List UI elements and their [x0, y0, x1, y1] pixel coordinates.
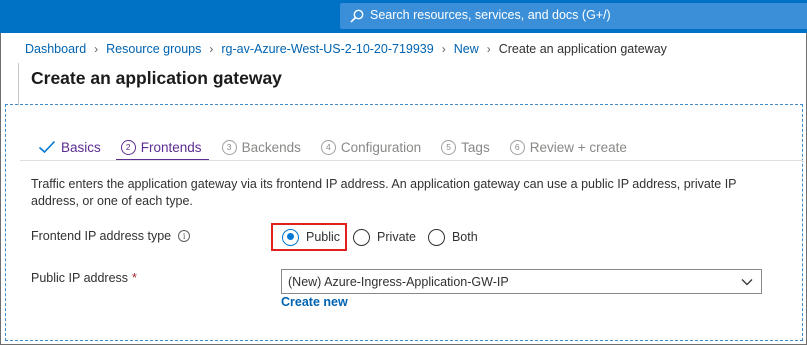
- radio-both[interactable]: Both: [427, 228, 478, 246]
- tab-backends-label: Backends: [241, 139, 301, 155]
- radio-private[interactable]: Private: [353, 228, 416, 246]
- frontend-ip-type-label-text: Frontend IP address type: [31, 229, 172, 243]
- wizard-tabs: Basics 2 Frontends 3 Backends 4 Configur…: [38, 134, 647, 161]
- public-ip-label: Public IP address *: [31, 271, 137, 285]
- create-new-link[interactable]: Create new: [281, 295, 348, 309]
- step-number-badge: 2: [120, 139, 136, 155]
- public-ip-label-text: Public IP address: [31, 271, 129, 285]
- radio-public-label: Public: [306, 230, 341, 244]
- top-bar: Search resources, services, and docs (G+…: [0, 0, 807, 33]
- tab-frontends[interactable]: 2 Frontends: [115, 134, 209, 161]
- info-icon[interactable]: i: [178, 230, 191, 242]
- radio-both-label: Both: [451, 230, 478, 244]
- tab-review-create[interactable]: 6 Review + create: [509, 134, 627, 160]
- search-icon: [350, 9, 364, 23]
- tab-tags-label: Tags: [461, 139, 490, 155]
- tab-basics-label: Basics: [61, 139, 101, 155]
- page-title: Create an application gateway: [31, 68, 282, 88]
- radio-private-label: Private: [377, 230, 416, 244]
- divider: [18, 63, 19, 105]
- breadcrumb: Dashboard › Resource groups › rg-av-Azur…: [25, 40, 667, 58]
- chevron-right-icon: ›: [94, 42, 99, 56]
- global-search-box[interactable]: Search resources, services, and docs (G+…: [340, 3, 807, 29]
- chevron-right-icon: ›: [209, 42, 214, 56]
- step-number-badge: 3: [221, 139, 237, 155]
- radio-public-indicator[interactable]: [282, 228, 299, 246]
- breadcrumb-dashboard[interactable]: Dashboard: [25, 42, 86, 56]
- tab-configuration[interactable]: 4 Configuration: [320, 134, 422, 160]
- required-marker: *: [132, 271, 137, 285]
- step-number-badge: 6: [509, 139, 525, 155]
- tab-tags[interactable]: 5 Tags: [441, 134, 490, 160]
- tab-backends[interactable]: 3 Backends: [221, 134, 301, 160]
- chevron-right-icon: ›: [441, 42, 446, 56]
- radio-public[interactable]: Public: [271, 223, 348, 251]
- tab-configuration-label: Configuration: [340, 139, 422, 155]
- chevron-down-icon: [741, 278, 753, 285]
- public-ip-dropdown-value: (New) Azure-Ingress-Application-GW-IP: [288, 274, 509, 289]
- breadcrumb-current: Create an application gateway: [498, 42, 667, 56]
- breadcrumb-new[interactable]: New: [454, 42, 479, 56]
- checkmark-icon: [38, 140, 56, 154]
- radio-private-indicator[interactable]: [353, 228, 371, 246]
- frontend-ip-type-label: Frontend IP address type i: [31, 229, 191, 243]
- public-ip-dropdown[interactable]: (New) Azure-Ingress-Application-GW-IP: [281, 269, 762, 294]
- step-number-badge: 5: [441, 139, 457, 155]
- breadcrumb-resource-group[interactable]: rg-av-Azure-West-US-2-10-20-719939: [221, 42, 433, 56]
- frontend-ip-type-radio-group: Public Private Both: [271, 223, 490, 251]
- tab-basics[interactable]: Basics: [38, 134, 101, 160]
- divider: [20, 160, 803, 161]
- step-number-badge: 4: [320, 139, 336, 155]
- chevron-right-icon: ›: [486, 42, 491, 56]
- tab-review-create-label: Review + create: [529, 139, 627, 155]
- search-placeholder: Search resources, services, and docs (G+…: [370, 8, 611, 22]
- tab-frontends-label: Frontends: [140, 139, 202, 155]
- section-description: Traffic enters the application gateway v…: [31, 177, 737, 208]
- breadcrumb-resource-groups[interactable]: Resource groups: [106, 42, 201, 56]
- radio-both-indicator[interactable]: [427, 228, 445, 246]
